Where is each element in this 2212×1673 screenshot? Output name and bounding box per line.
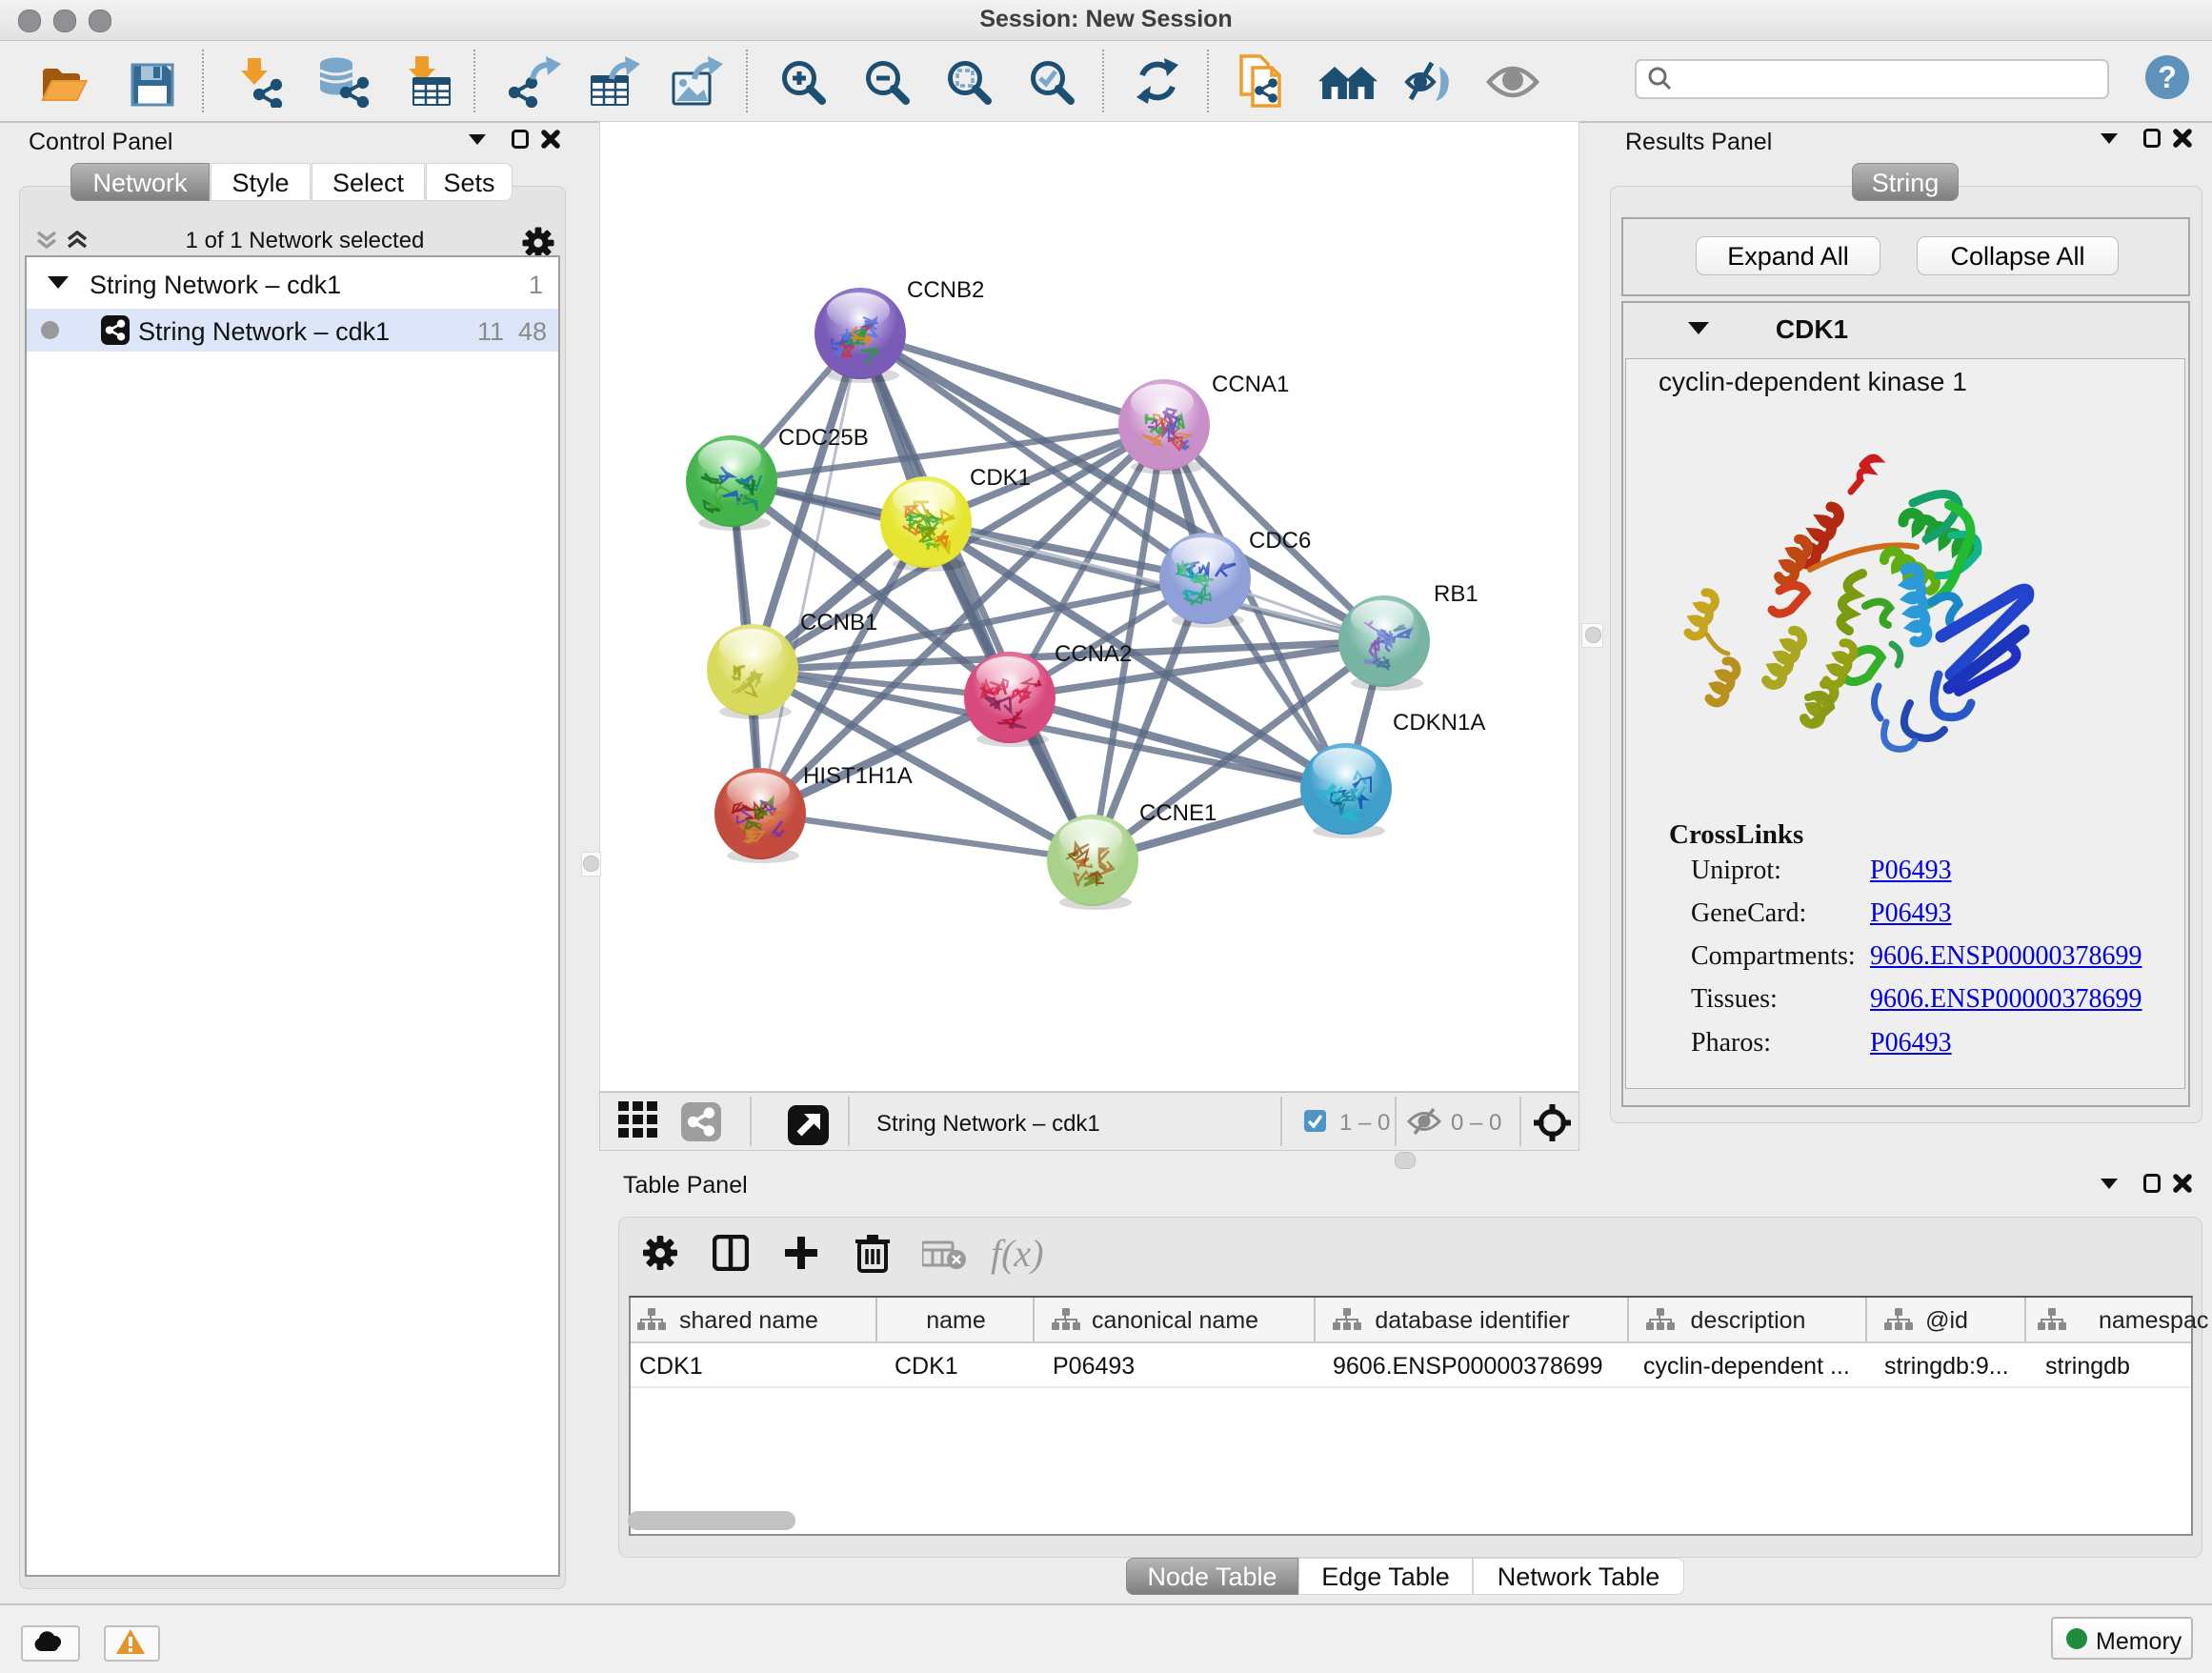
svg-text:CDK1: CDK1 — [970, 465, 1031, 491]
svg-text:CCNB1: CCNB1 — [800, 610, 877, 635]
svg-text:CCNB2: CCNB2 — [907, 277, 984, 303]
svg-text:CCNA2: CCNA2 — [1055, 641, 1132, 667]
svg-text:HIST1H1A: HIST1H1A — [803, 763, 913, 789]
svg-text:CDC6: CDC6 — [1249, 528, 1311, 554]
svg-text:CCNE1: CCNE1 — [1139, 800, 1217, 826]
svg-text:CDC25B: CDC25B — [778, 425, 869, 451]
svg-text:RB1: RB1 — [1434, 581, 1478, 607]
svg-text:CDKN1A: CDKN1A — [1393, 710, 1485, 736]
svg-text:CCNA1: CCNA1 — [1212, 372, 1289, 397]
